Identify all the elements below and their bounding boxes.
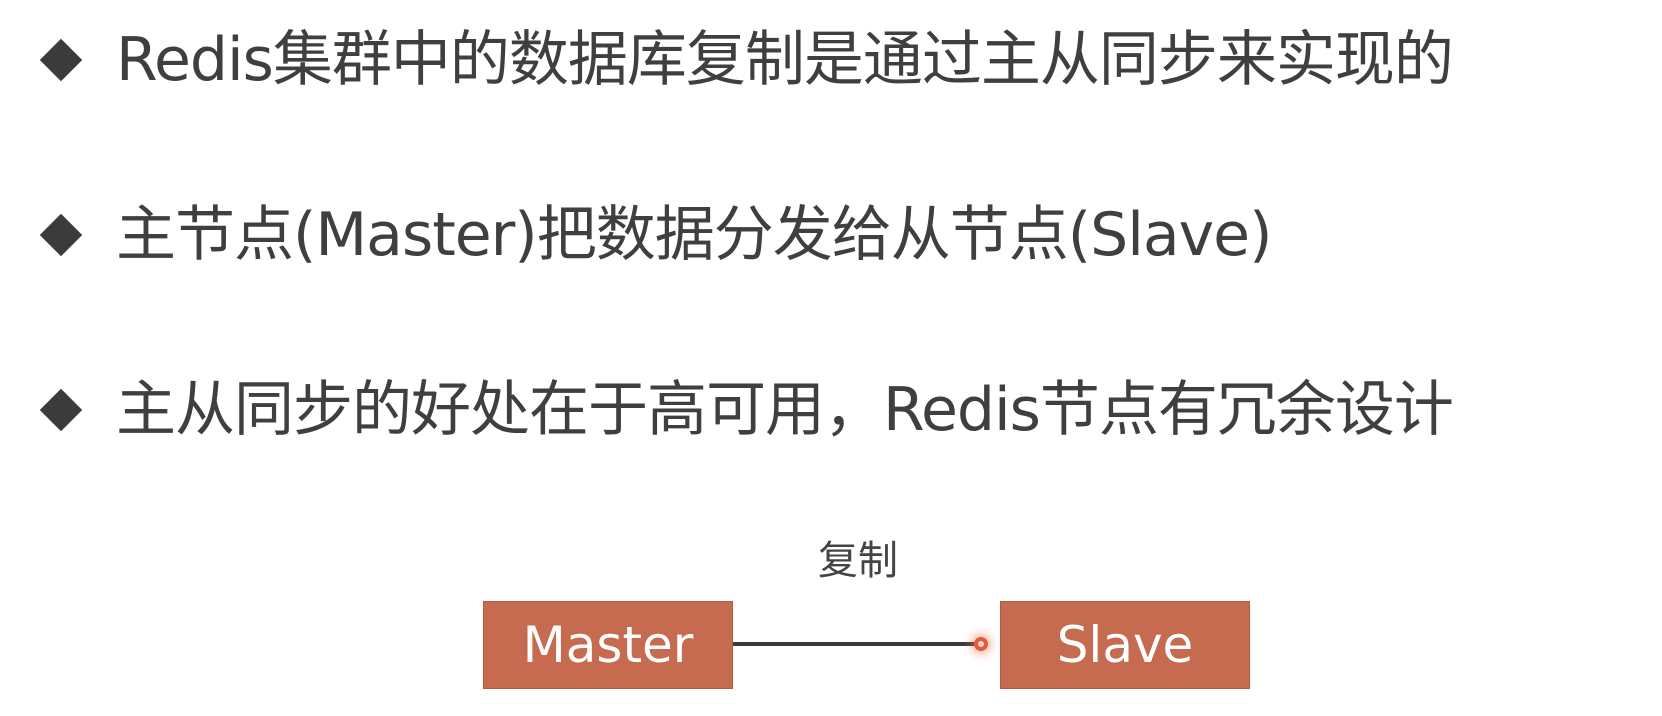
replication-arrow (733, 642, 981, 646)
replication-edge-label: 复制 (818, 538, 898, 584)
replication-diagram: 复制 Master Slave (0, 520, 1662, 700)
bullet-item-3: 主从同步的好处在于高可用，Redis节点有冗余设计 (36, 370, 1454, 450)
diamond-bullet-icon (39, 388, 83, 432)
arrow-endpoint-icon (974, 637, 988, 651)
bullet-item-2: 主节点(Master)把数据分发给从节点(Slave) (36, 195, 1272, 275)
master-node: Master (483, 601, 733, 689)
bullet-item-1: Redis集群中的数据库复制是通过主从同步来实现的 (36, 20, 1454, 100)
bullet-text: 主节点(Master)把数据分发给从节点(Slave) (116, 200, 1272, 270)
bullet-text: 主从同步的好处在于高可用，Redis节点有冗余设计 (116, 375, 1454, 445)
diamond-bullet-icon (39, 38, 83, 82)
diamond-bullet-icon (39, 213, 83, 257)
bullet-text: Redis集群中的数据库复制是通过主从同步来实现的 (116, 25, 1454, 95)
slave-node: Slave (1000, 601, 1250, 689)
slide: Redis集群中的数据库复制是通过主从同步来实现的 主节点(Master)把数据… (0, 0, 1662, 716)
